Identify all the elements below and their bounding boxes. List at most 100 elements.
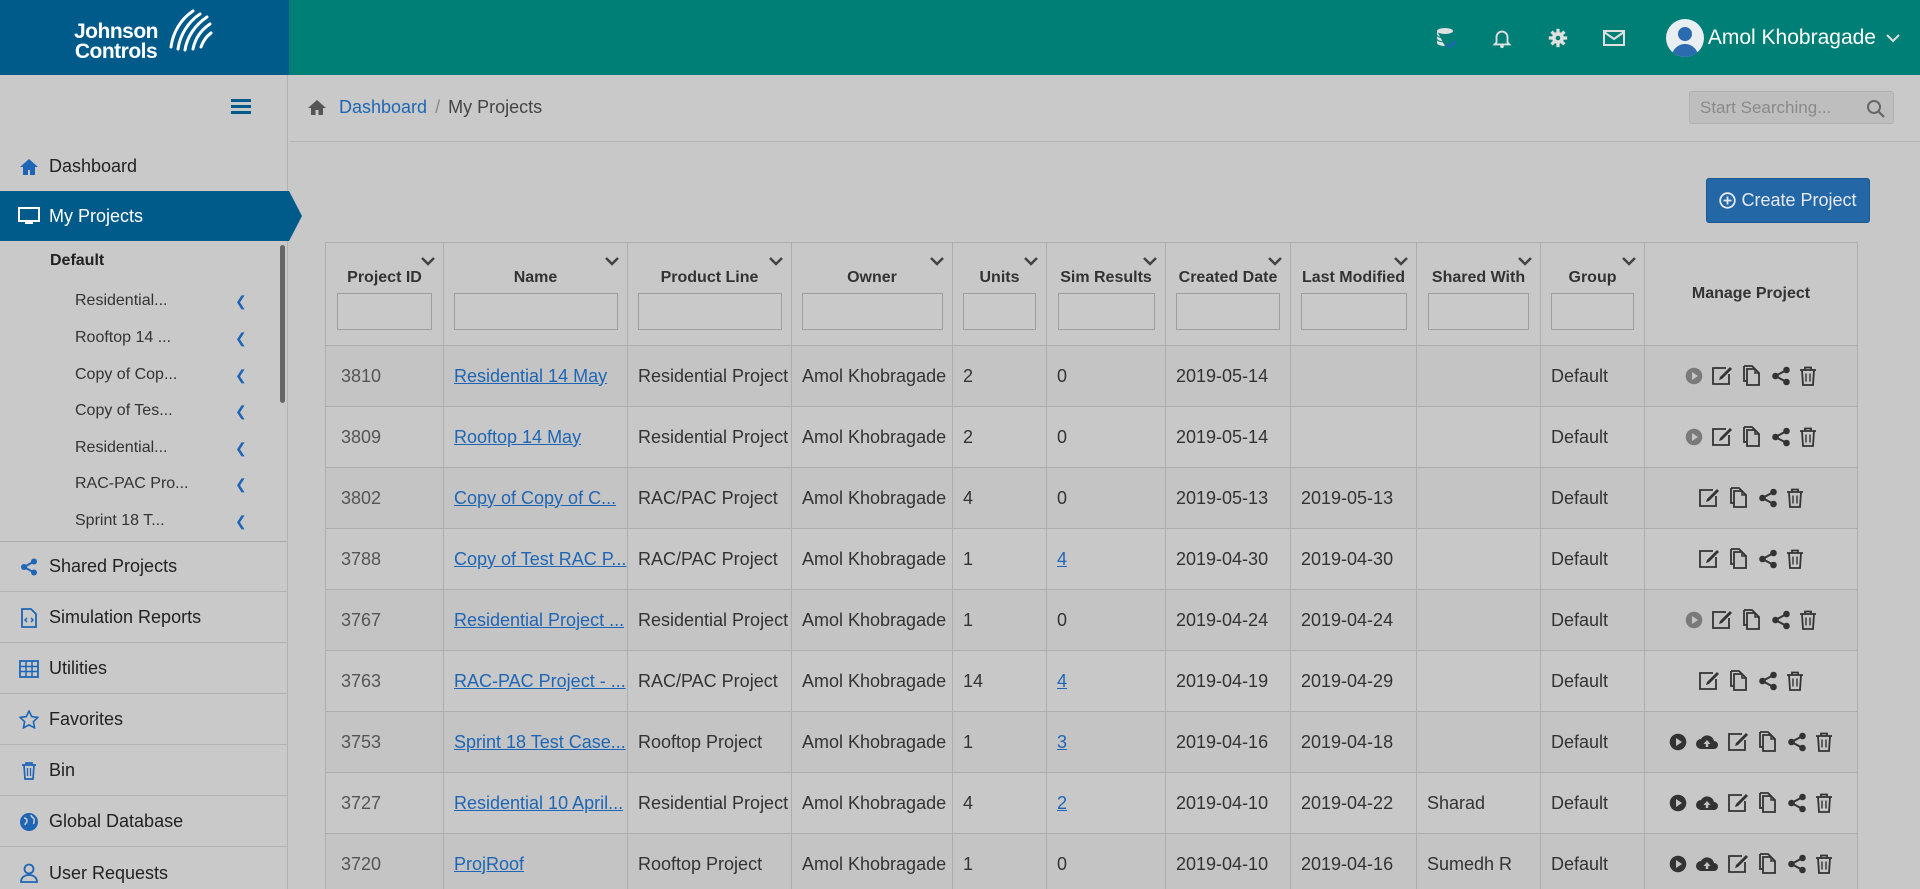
gear-icon[interactable] — [1546, 26, 1570, 50]
share-icon[interactable] — [1758, 549, 1778, 569]
sidebar-project-item[interactable]: RAC-PAC Pro... ❮ — [75, 466, 255, 502]
sidebar-project-item[interactable]: Copy of Cop... ❮ — [75, 357, 255, 393]
play-icon[interactable] — [1685, 611, 1703, 629]
sidebar-item-dashboard[interactable]: Dashboard — [0, 142, 287, 192]
chevron-down-icon[interactable] — [1268, 253, 1282, 271]
col-created-date[interactable]: Created Date — [1165, 242, 1291, 346]
copy-icon[interactable] — [1757, 792, 1779, 814]
cloud-upload-icon[interactable] — [1695, 733, 1719, 751]
filter-project-id-input[interactable] — [337, 293, 432, 330]
share-icon[interactable] — [1758, 671, 1778, 691]
sidebar-project-item[interactable]: Residential... ❮ — [75, 283, 255, 319]
hamburger-menu-icon[interactable] — [231, 99, 251, 115]
share-icon[interactable] — [1771, 610, 1791, 630]
chevron-down-icon[interactable] — [1143, 253, 1157, 271]
breadcrumb-dashboard-link[interactable]: Dashboard — [339, 97, 427, 118]
trash-icon[interactable] — [1799, 427, 1817, 447]
sidebar-project-item[interactable]: Copy of Tes... ❮ — [75, 393, 255, 429]
project-group-default[interactable]: Default — [50, 252, 104, 270]
cloud-upload-icon[interactable] — [1695, 855, 1719, 873]
edit-icon[interactable] — [1727, 732, 1749, 752]
share-icon[interactable] — [1787, 793, 1807, 813]
trash-icon[interactable] — [1815, 793, 1833, 813]
sim-results-link[interactable]: 3 — [1057, 732, 1067, 752]
chevron-down-icon[interactable] — [421, 253, 435, 271]
col-name[interactable]: Name — [443, 242, 628, 346]
filter-last-modified-input[interactable] — [1300, 293, 1407, 330]
copy-icon[interactable] — [1741, 609, 1763, 631]
user-menu[interactable]: Amol Khobragade — [1665, 18, 1900, 57]
search-input[interactable] — [1690, 92, 1860, 123]
project-name-link[interactable]: ProjRoof — [454, 854, 524, 874]
chevron-down-icon[interactable] — [1024, 253, 1038, 271]
play-icon[interactable] — [1685, 428, 1703, 446]
filter-product-line-input[interactable] — [637, 293, 782, 330]
trash-icon[interactable] — [1786, 488, 1804, 508]
filter-shared-with-input[interactable] — [1428, 293, 1529, 330]
trash-icon[interactable] — [1799, 610, 1817, 630]
copy-icon[interactable] — [1757, 731, 1779, 753]
copy-icon[interactable] — [1741, 426, 1763, 448]
play-icon[interactable] — [1685, 367, 1703, 385]
copy-icon[interactable] — [1728, 487, 1750, 509]
filter-created-date-input[interactable] — [1176, 293, 1280, 330]
database-icon[interactable] — [1434, 26, 1458, 50]
project-name-link[interactable]: Sprint 18 Test Case... — [454, 732, 626, 752]
share-icon[interactable] — [1771, 366, 1791, 386]
sidebar-item-my-projects[interactable]: My Projects — [0, 191, 302, 241]
sidebar-item-simulation-reports[interactable]: Simulation Reports — [0, 593, 287, 643]
project-name-link[interactable]: Rooftop 14 May — [454, 427, 581, 447]
cloud-upload-icon[interactable] — [1695, 794, 1719, 812]
trash-icon[interactable] — [1815, 732, 1833, 752]
sidebar-item-bin[interactable]: Bin — [0, 746, 287, 796]
filter-owner-input[interactable] — [801, 293, 943, 330]
project-name-link[interactable]: Copy of Test RAC P... — [454, 549, 626, 569]
copy-icon[interactable] — [1728, 548, 1750, 570]
project-name-link[interactable]: Residential 14 May — [454, 366, 607, 386]
sidebar-scrollbar[interactable] — [280, 245, 285, 403]
filter-name-input[interactable] — [453, 293, 618, 330]
search-icon[interactable] — [1866, 99, 1885, 123]
chevron-down-icon[interactable] — [930, 253, 944, 271]
edit-icon[interactable] — [1727, 793, 1749, 813]
sim-results-link[interactable]: 2 — [1057, 793, 1067, 813]
sidebar-project-item[interactable]: Sprint 18 T... ❮ — [75, 503, 255, 539]
copy-icon[interactable] — [1757, 853, 1779, 875]
logo[interactable]: Johnson Controls — [0, 0, 289, 75]
sidebar-project-item[interactable]: Rooftop 14 ... ❮ — [75, 320, 255, 356]
sidebar-project-item[interactable]: Residential... ❮ — [75, 430, 255, 466]
sim-results-link[interactable]: 4 — [1057, 671, 1067, 691]
chevron-down-icon[interactable] — [1622, 253, 1636, 271]
edit-icon[interactable] — [1711, 427, 1733, 447]
copy-icon[interactable] — [1728, 670, 1750, 692]
edit-icon[interactable] — [1698, 549, 1720, 569]
trash-icon[interactable] — [1815, 854, 1833, 874]
sidebar-item-favorites[interactable]: Favorites — [0, 695, 287, 745]
share-icon[interactable] — [1758, 488, 1778, 508]
col-last-modified[interactable]: Last Modified — [1290, 242, 1417, 346]
sim-results-link[interactable]: 4 — [1057, 549, 1067, 569]
filter-sim-results-input[interactable] — [1057, 293, 1155, 330]
col-sim-results[interactable]: Sim Results — [1046, 242, 1166, 346]
share-icon[interactable] — [1787, 854, 1807, 874]
sidebar-item-shared-projects[interactable]: Shared Projects — [0, 542, 287, 592]
envelope-icon[interactable] — [1602, 26, 1626, 50]
copy-icon[interactable] — [1741, 365, 1763, 387]
col-shared-with[interactable]: Shared With — [1416, 242, 1541, 346]
chevron-down-icon[interactable] — [1518, 253, 1532, 271]
play-icon[interactable] — [1669, 794, 1687, 812]
filter-units-input[interactable] — [963, 293, 1036, 330]
project-name-link[interactable]: Residential 10 April... — [454, 793, 623, 813]
chevron-down-icon[interactable] — [769, 253, 783, 271]
create-project-button[interactable]: Create Project — [1706, 178, 1870, 223]
project-name-link[interactable]: RAC-PAC Project - ... — [454, 671, 626, 691]
sidebar-item-global-database[interactable]: Global Database — [0, 797, 287, 847]
home-icon[interactable] — [307, 99, 327, 116]
col-group[interactable]: Group — [1540, 242, 1645, 346]
bell-icon[interactable] — [1490, 26, 1514, 50]
trash-icon[interactable] — [1786, 549, 1804, 569]
edit-icon[interactable] — [1711, 610, 1733, 630]
chevron-down-icon[interactable] — [1394, 253, 1408, 271]
col-project-id[interactable]: Project ID — [325, 242, 444, 346]
sidebar-item-utilities[interactable]: Utilities — [0, 644, 287, 694]
